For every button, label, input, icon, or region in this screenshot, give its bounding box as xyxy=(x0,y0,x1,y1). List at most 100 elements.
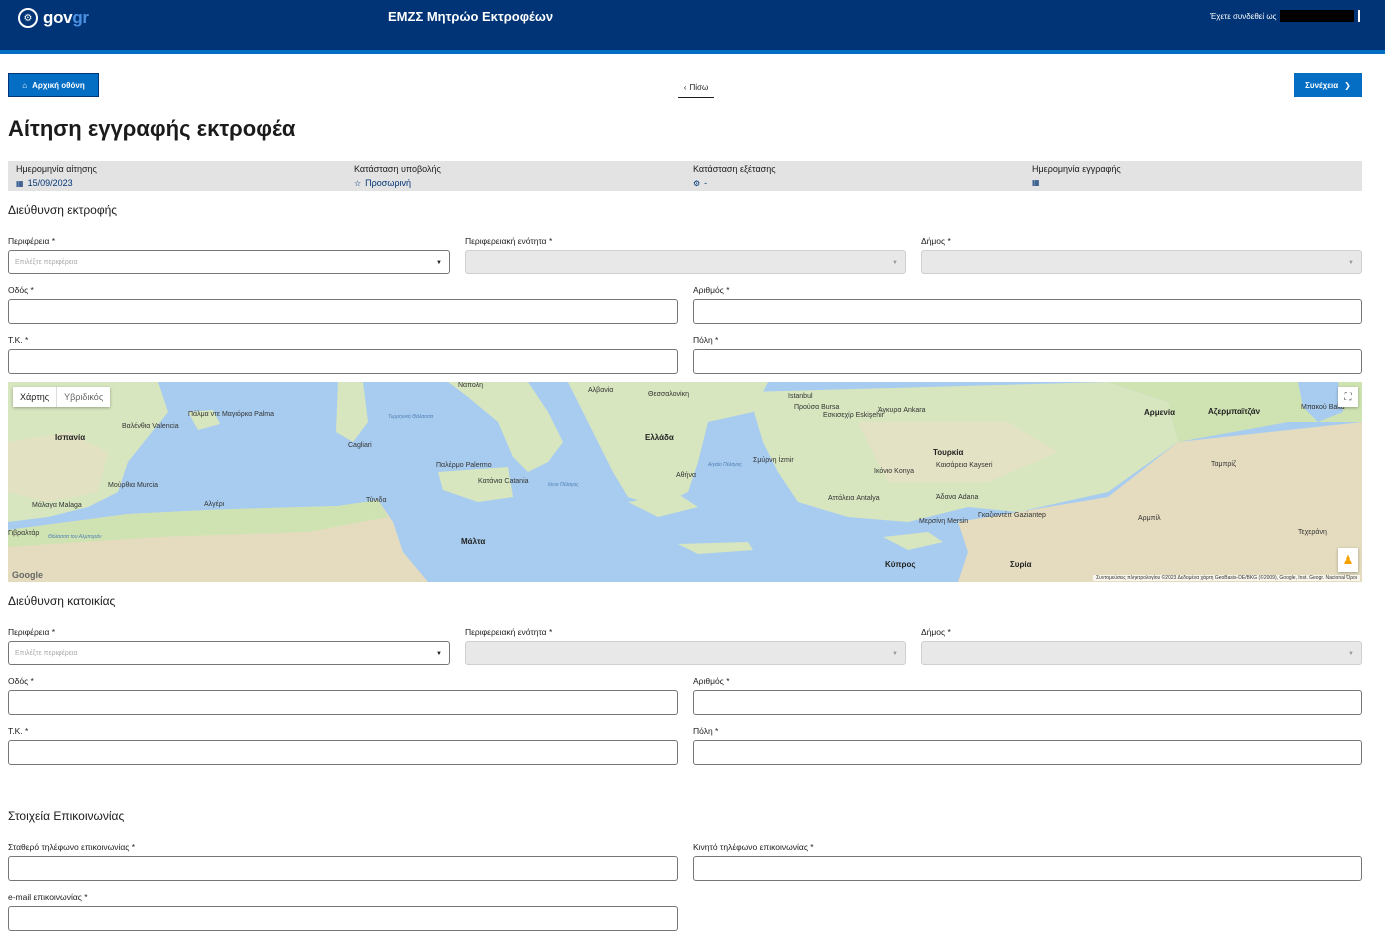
logo-text-gov: gov xyxy=(43,8,73,27)
back-button[interactable]: ‹ Πίσω xyxy=(678,78,714,98)
map-label-tehran: Τεχεράνη xyxy=(1298,529,1327,536)
map-label-azerbaijan: Αζερμπαϊτζάν xyxy=(1208,407,1261,416)
farm-postal-code-input[interactable] xyxy=(8,349,678,374)
map-label-tabriz: Ταμπρίζ xyxy=(1211,461,1237,468)
map-type-map-button[interactable]: Χάρτης xyxy=(13,387,56,407)
google-logo: Google xyxy=(12,570,43,580)
map-label-konya: Ικόνιο Konya xyxy=(874,468,914,475)
map-label-antalya: Αττάλεια Antalya xyxy=(828,495,880,502)
page-title: Αίτηση εγγραφής εκτροφέα xyxy=(8,116,296,141)
farm-number-input[interactable] xyxy=(693,299,1362,324)
map-label-izmir: Σμύρνη İzmir xyxy=(753,457,794,464)
farm-regional-unit-select[interactable]: ▼ xyxy=(465,250,906,274)
home-address-title: Διεύθυνση κατοικίας xyxy=(8,594,116,608)
farm-city-label: Πόλη * xyxy=(693,335,719,345)
home-regional-unit-select[interactable]: ▼ xyxy=(465,641,906,665)
farm-regional-unit-label: Περιφερειακή ενότητα * xyxy=(465,236,553,246)
map-label-aegean: Αιγαίο Πέλαγος xyxy=(708,462,742,468)
user-label: Έχετε συνδεθεί ως xyxy=(1210,11,1277,21)
pegman-icon[interactable]: ♟ xyxy=(1338,548,1358,572)
map-label-mersin: Μερσίνη Mersin xyxy=(919,518,969,525)
landline-label: Σταθερό τηλέφωνο επικοινωνίας * xyxy=(8,842,136,852)
chevron-down-icon: ▼ xyxy=(436,260,442,266)
map-label-tunis: Τύνιδα xyxy=(366,497,387,504)
map-type-control: Χάρτης Υβριδικός xyxy=(13,387,111,407)
calendar-icon: ▦ xyxy=(16,178,24,188)
user-info: Έχετε συνδεθεί ως xyxy=(1210,10,1361,22)
logo-text-gr: gr xyxy=(72,8,89,27)
farm-region-select[interactable]: Επιλέξτε περιφέρεια ▼ xyxy=(8,250,450,274)
user-name-redacted xyxy=(1280,10,1355,22)
map-label-greece: Ελλάδα xyxy=(645,433,674,442)
home-button[interactable]: ⌂ Αρχική οθόνη xyxy=(8,73,99,97)
submission-status-value: Προσωρινή xyxy=(365,178,412,188)
map-type-hybrid-button[interactable]: Υβριδικός xyxy=(56,387,110,407)
home-regional-unit-label: Περιφερειακή ενότητα * xyxy=(465,627,553,637)
review-status-label: Κατάσταση εξέτασης xyxy=(693,164,776,174)
farm-number-label: Αριθμός * xyxy=(693,285,730,295)
map-label-cyprus: Κύπρος xyxy=(885,560,916,569)
email-label: e-mail επικοινωνίας * xyxy=(8,892,88,902)
map-label-erbil: Αρμπίλ xyxy=(1138,515,1161,522)
mobile-input[interactable] xyxy=(693,856,1362,881)
farm-address-title: Διεύθυνση εκτροφής xyxy=(8,203,118,217)
map-label-naples: Νάπολη xyxy=(458,382,483,389)
farm-city-input[interactable] xyxy=(693,349,1362,374)
map-label-bursa: Προύσα Bursa xyxy=(794,404,840,411)
mobile-label: Κινητό τηλέφωνο επικοινωνίας * xyxy=(693,842,814,852)
home-municipality-label: Δήμος * xyxy=(921,627,951,637)
map-label-ionian: Ιόνιο Πέλαγος xyxy=(548,482,579,488)
summary-review-status: Κατάσταση εξέτασης ⚙ - xyxy=(693,164,776,188)
home-postal-code-label: Τ.Κ. * xyxy=(8,726,29,736)
map-label-murcia: Μούρθια Murcia xyxy=(108,482,158,489)
map-label-sardinia: Cagliari xyxy=(348,442,372,449)
map-label-athens: Αθήνα xyxy=(676,472,697,479)
map-label-thessaloniki: Θεσσαλονίκη xyxy=(648,391,689,398)
home-button-label: Αρχική οθόνη xyxy=(32,80,85,90)
fullscreen-icon[interactable]: ⛶ xyxy=(1338,387,1358,407)
map-label-syria: Συρία xyxy=(1010,560,1032,569)
summary-application-date: Ημερομηνία αίτησης ▦ 15/09/2023 xyxy=(16,164,97,188)
farm-municipality-select[interactable]: ▼ xyxy=(921,250,1362,274)
map-label-turkey: Τουρκία xyxy=(933,448,964,457)
farm-postal-code-label: Τ.Κ. * xyxy=(8,335,29,345)
map-label-catania: Κατάνια Catania xyxy=(478,478,529,485)
home-region-select[interactable]: Επιλέξτε περιφέρεια ▼ xyxy=(8,641,450,665)
application-summary: Ημερομηνία αίτησης ▦ 15/09/2023 Κατάσταση… xyxy=(8,161,1362,191)
map-label-malta: Μάλτα xyxy=(461,537,486,546)
farm-street-input[interactable] xyxy=(8,299,678,324)
next-button[interactable]: Συνέχεια ❯ xyxy=(1294,73,1362,97)
home-icon: ⌂ xyxy=(22,80,28,90)
landline-input[interactable] xyxy=(8,856,678,881)
chevron-down-icon: ▼ xyxy=(1348,651,1354,657)
chevron-left-icon: ‹ xyxy=(683,83,687,92)
home-municipality-select[interactable]: ▼ xyxy=(921,641,1362,665)
back-button-label: Πίσω xyxy=(689,83,709,92)
home-number-input[interactable] xyxy=(693,690,1362,715)
farm-municipality-label: Δήμος * xyxy=(921,236,951,246)
gears-icon: ⚙ xyxy=(693,178,701,188)
map-label-adana: Άδανα Adana xyxy=(936,494,979,501)
map-label-gibraltar: Γιβραλτάρ xyxy=(8,530,40,537)
home-street-label: Οδός * xyxy=(8,676,34,686)
registration-date-label: Ημερομηνία εγγραφής xyxy=(1032,164,1121,174)
map-label-palermo: Παλέρμο Palermo xyxy=(436,462,492,469)
map-label-malaga: Μάλαγα Malaga xyxy=(32,502,82,509)
map-label-gaziantep: Γκαζιαντέπ Gaziantep xyxy=(978,512,1046,519)
app-title: ΕΜΖΣ Μητρώο Εκτροφέων xyxy=(388,9,554,24)
email-input[interactable] xyxy=(8,906,678,931)
govgr-logo[interactable]: ⚙ govgr xyxy=(18,8,89,28)
location-map[interactable]: Ισπανία Βαλένθια Valencia Πάλμα ντε Μαγι… xyxy=(8,382,1362,582)
chevron-down-icon: ▼ xyxy=(436,651,442,657)
application-date-label: Ημερομηνία αίτησης xyxy=(16,164,97,174)
home-city-input[interactable] xyxy=(693,740,1362,765)
home-postal-code-input[interactable] xyxy=(8,740,678,765)
home-street-input[interactable] xyxy=(8,690,678,715)
user-menu-caret[interactable] xyxy=(1358,10,1361,22)
map-attribution[interactable]: Συντομεύσεις πληκτρολογίου ©2023 Δεδομέν… xyxy=(1093,575,1360,581)
map-label-palma: Πάλμα ντε Μαγιόρκα Palma xyxy=(188,411,275,418)
star-icon: ☆ xyxy=(354,178,362,188)
submission-status-label: Κατάσταση υποβολής xyxy=(354,164,441,174)
map-label-ankara: Άγκυρα Ankara xyxy=(878,407,926,414)
map-label-istanbul: Istanbul xyxy=(788,393,813,400)
